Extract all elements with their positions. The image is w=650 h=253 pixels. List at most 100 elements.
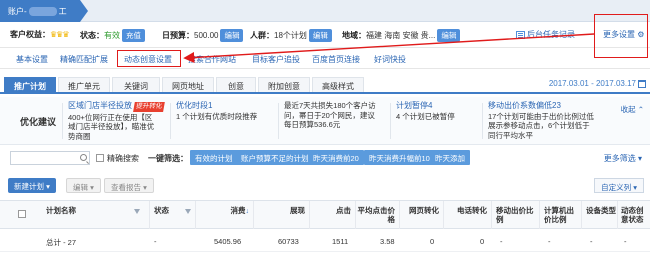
suggestion-heading: 优化时段1 — [176, 101, 213, 110]
table-row: 总计 - 27 - 5405.96 60733 1511 3.58 0 0 - … — [0, 230, 650, 252]
search-partner-link[interactable]: 搜索合作网站 — [188, 54, 236, 65]
suggestion-card[interactable]: 最近7天共损失180个客户访 问，幂日于20个网民，建议 每日预算536.6元 — [284, 101, 388, 130]
col-mobile-bid-ratio[interactable]: 移动出价比例 — [492, 201, 540, 229]
divider — [62, 103, 63, 139]
account-name-redacted — [28, 7, 57, 17]
filter-chip[interactable]: 昨天添加 — [430, 150, 470, 165]
suggestion-line: 势商圈 — [68, 131, 91, 141]
total-dynamic-creative: - — [624, 237, 627, 246]
date-range-picker[interactable]: 2017.03.01 - 2017.03.17 — [549, 79, 646, 88]
col-cost[interactable]: 消费↓ — [196, 201, 254, 229]
action-bar: 新建计划 ▾ 编辑 ▾ 查看报告 ▾ 自定义列 ▾ — [0, 176, 650, 196]
optimization-panel: 优化建议 区域门店半径投放 提升转化 400+位网行正在使用【区 域门店半径投放】… — [0, 97, 650, 145]
divider — [482, 103, 483, 139]
suggestion-line: 17个计划可能由于出价比例过低 — [488, 111, 594, 121]
filter-chip[interactable]: 昨天消费前20 — [308, 150, 364, 165]
people-value: 18个计划 — [274, 31, 307, 40]
plan-table: 计划名称 状态 消费↓ 展现 点击 平均点击价格 网页转化 电话转化 移动出价比… — [0, 200, 650, 253]
highlight-box-more-settings — [594, 14, 648, 58]
filter-chip[interactable]: 昨天消费升幅前10 — [364, 150, 435, 165]
calendar-icon — [638, 79, 646, 88]
collapse-link[interactable]: 收起 ⌃ — [621, 104, 644, 115]
edit-people-button[interactable]: 编辑 — [308, 29, 332, 42]
date-range-label: 2017.03.01 - 2017.03.17 — [548, 79, 636, 88]
search-input[interactable] — [10, 151, 90, 165]
tab-plans[interactable]: 推广计划 — [4, 77, 56, 92]
optimization-title: 优化建议 — [20, 117, 57, 127]
good-sentence-link[interactable]: 好词快投 — [374, 54, 406, 65]
level-tabs: 推广计划 推广单元 关键词 网页地址 创意 附加创意 高级样式 2017.03.… — [0, 77, 650, 94]
new-plan-button[interactable]: 新建计划 ▾ — [8, 178, 56, 193]
total-cost: 5405.96 — [214, 237, 242, 246]
tab-advanced-styles[interactable]: 高级样式 — [312, 77, 364, 92]
suggestion-heading: 计划暂停4 — [396, 101, 433, 110]
col-web-conversion[interactable]: 网页转化 — [400, 201, 444, 229]
exact-match-link[interactable]: 精确匹配扩展 — [60, 54, 108, 65]
suggestion-card[interactable]: 区域门店半径投放 提升转化 400+位网行正在使用【区 域门店半径投放】，瞄准优 … — [68, 101, 168, 141]
suggestion-line: 最近7天共损失180个客户访 — [284, 101, 376, 110]
daily-budget-label: 日预算： — [162, 31, 194, 40]
suggestion-line: 问，幂日于20个网民，建议 — [284, 110, 375, 120]
total-clicks: 1511 — [332, 237, 349, 246]
col-device-type[interactable]: 设备类型 — [582, 201, 618, 229]
region-targeting: 地域：福建 海南 安徽 贵... 编辑 — [342, 29, 461, 42]
region-label: 地域： — [342, 31, 366, 40]
precise-search-checkbox[interactable] — [96, 154, 104, 162]
tab-keywords[interactable]: 关键词 — [112, 77, 160, 92]
tab-creatives[interactable]: 创意 — [216, 77, 256, 92]
total-status: - — [154, 237, 157, 246]
people-targeting: 人群：18个计划 编辑 — [250, 29, 332, 42]
task-record-label: 后台任务记录 — [527, 30, 575, 39]
col-plan-name[interactable]: 计划名称 — [40, 201, 150, 229]
tab-urls[interactable]: 网页地址 — [162, 77, 214, 92]
account-status: 状态：有效 充值 — [80, 29, 145, 42]
suggestion-card[interactable]: 计划暂停4 4 个计划已被暂停 — [396, 101, 480, 121]
quick-filter-label: 一键筛选： — [148, 154, 188, 163]
filter-icon[interactable] — [134, 208, 141, 214]
suggestion-heading: 区域门店半径投放 提升转化 — [68, 101, 168, 112]
edit-region-button[interactable]: 编辑 — [437, 29, 461, 42]
suggestion-line: 400+位网行正在使用【区 — [68, 112, 153, 122]
precise-search-label: 精确搜索 — [107, 154, 139, 163]
filter-chip[interactable]: 有效的计划 — [190, 150, 238, 165]
task-list-icon — [516, 30, 525, 39]
account-tab[interactable]: 账户- 工 — [0, 0, 88, 22]
filter-bar: 精确搜索 一键筛选： 有效的计划 账户预算不足的计划 昨天消费前20 昨天消费升… — [0, 147, 650, 169]
account-tab-suffix: 工 — [58, 7, 67, 16]
suggestion-line: 域门店半径投放】，瞄准优 — [68, 122, 155, 131]
recharge-button[interactable]: 充值 — [122, 29, 145, 42]
total-mobile-bid-ratio: - — [500, 237, 503, 246]
task-record-link[interactable]: 后台任务记录 — [516, 29, 575, 40]
total-pc-bid-ratio: - — [548, 237, 551, 246]
custom-columns-button[interactable]: 自定义列 ▾ — [594, 178, 644, 193]
col-dynamic-creative[interactable]: 动态创意状态 — [618, 201, 650, 229]
more-filter-link[interactable]: 更多筛选 ▾ — [604, 153, 642, 164]
region-value: 福建 海南 安徽 贵... — [366, 31, 436, 40]
filter-icon[interactable] — [185, 208, 192, 214]
col-avg-cpc[interactable]: 平均点击价格 — [356, 201, 400, 229]
search-icon[interactable] — [80, 154, 87, 161]
edit-budget-button[interactable]: 编辑 — [220, 29, 244, 42]
col-clicks[interactable]: 点击 — [310, 201, 356, 229]
sort-down-icon[interactable]: ↓ — [246, 208, 250, 215]
target-people-link[interactable]: 目标客户追投 — [252, 54, 300, 65]
customer-rights-label: 客户权益： — [10, 30, 50, 39]
col-status[interactable]: 状态 — [150, 201, 196, 229]
edit-button[interactable]: 编辑 ▾ — [66, 178, 101, 193]
col-impressions[interactable]: 展现 — [254, 201, 310, 229]
suggestion-card[interactable]: 移动出价系数偏低23 17个计划可能由于出价比例过低 展示参移动点击，6个计划低… — [488, 101, 608, 140]
col-phone-conversion[interactable]: 电话转化 — [444, 201, 492, 229]
suggestion-card[interactable]: 优化时段1 1 个计划有优质时段推荐 — [176, 101, 276, 121]
col-pc-bid-ratio[interactable]: 计算机出价比例 — [540, 201, 582, 229]
daily-budget: 日预算：500.00 编辑 — [162, 29, 244, 42]
total-phone-conversion: 0 — [480, 237, 485, 246]
view-report-button[interactable]: 查看报告 ▾ — [104, 178, 154, 193]
basic-settings-link[interactable]: 基本设置 — [16, 54, 48, 65]
customer-rights: 客户权益：♛♛♛ — [10, 29, 69, 40]
suggestion-line: 同行平均水平 — [488, 130, 533, 140]
tab-extra-creatives[interactable]: 附加创意 — [258, 77, 310, 92]
select-all-checkbox[interactable] — [18, 210, 26, 218]
tab-units[interactable]: 推广单元 — [58, 77, 110, 92]
filter-chip[interactable]: 账户预算不足的计划 — [236, 150, 314, 165]
baidu-home-link[interactable]: 百度首页连接 — [312, 54, 360, 65]
